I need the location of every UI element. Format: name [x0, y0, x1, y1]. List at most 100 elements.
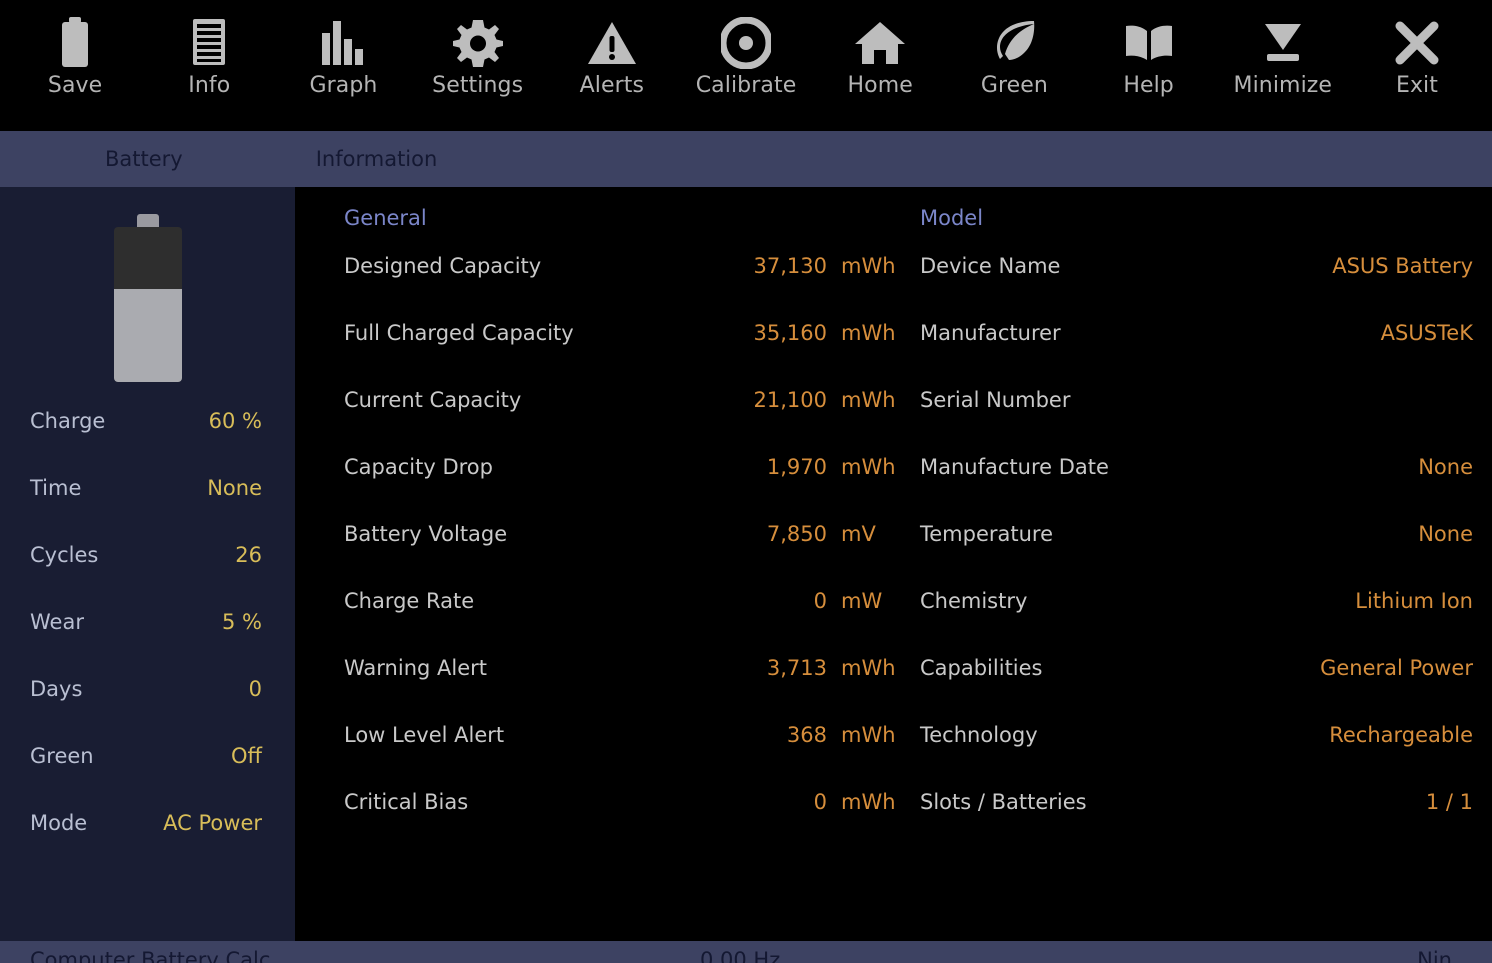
- model-heading: Model: [920, 206, 984, 230]
- value-device-name: ASUS Battery: [1332, 254, 1473, 278]
- row-designed-capacity: Designed Capacity 37,130 mWh: [344, 254, 896, 321]
- label-charge-rate: Charge Rate: [344, 589, 475, 613]
- unit-critical-bias: mWh: [841, 790, 896, 814]
- label-manufacture-date: Manufacture Date: [920, 455, 1109, 479]
- general-rows: Designed Capacity 37,130 mWh Full Charge…: [344, 254, 896, 857]
- row-full-charged-capacity: Full Charged Capacity 35,160 mWh: [344, 321, 896, 388]
- value-temperature: None: [1418, 522, 1473, 546]
- label-slots-batteries: Slots / Batteries: [920, 790, 1087, 814]
- battery-body: [113, 227, 182, 382]
- battery-info-app: Save Info Graph Settings Alerts Calibrat…: [0, 0, 1492, 963]
- label-warning-alert: Warning Alert: [344, 656, 488, 680]
- row-critical-bias: Critical Bias 0 mWh: [344, 790, 896, 857]
- toolbar-label-help: Help: [1123, 73, 1174, 98]
- unit-battery-voltage: mV: [841, 522, 876, 546]
- label-chemistry: Chemistry: [920, 589, 1028, 613]
- model-column: Model Device Name ASUS Battery Manufactu…: [920, 187, 1473, 857]
- row-warning-alert: Warning Alert 3,713 mWh: [344, 656, 896, 723]
- toolbar-button-home[interactable]: Home: [813, 0, 947, 131]
- gear-icon: [452, 17, 503, 69]
- label-battery-voltage: Battery Voltage: [344, 522, 508, 546]
- label-designed-capacity: Designed Capacity: [344, 254, 542, 278]
- unit-warning-alert: mWh: [841, 656, 896, 680]
- row-low-level-alert: Low Level Alert 368 mWh: [344, 723, 896, 790]
- stat-row-days: Days 0: [0, 677, 295, 744]
- unit-capacity-drop: mWh: [841, 455, 896, 479]
- toolbar-button-help[interactable]: Help: [1082, 0, 1216, 131]
- row-chemistry: Chemistry Lithium Ion: [920, 589, 1473, 656]
- label-device-name: Device Name: [920, 254, 1061, 278]
- battery-gauge: [0, 187, 295, 409]
- row-manufacture-date: Manufacture Date None: [920, 455, 1473, 522]
- value-chemistry: Lithium Ion: [1355, 589, 1473, 613]
- toolbar-label-graph: Graph: [309, 73, 378, 98]
- toolbar-label-settings: Settings: [432, 73, 524, 98]
- toolbar-button-save[interactable]: Save: [8, 0, 142, 131]
- general-heading: General: [344, 206, 427, 230]
- toolbar-button-calibrate[interactable]: Calibrate: [679, 0, 813, 131]
- stat-value-green: Off: [231, 744, 262, 768]
- toolbar-button-info[interactable]: Info: [142, 0, 276, 131]
- value-charge-rate: 0: [813, 589, 827, 613]
- toolbar-button-alerts[interactable]: Alerts: [545, 0, 679, 131]
- toolbar-button-minimize[interactable]: Minimize: [1216, 0, 1350, 131]
- bar-chart-icon: [319, 17, 367, 69]
- row-serial-number: Serial Number: [920, 388, 1473, 455]
- stat-label-charge: Charge: [30, 409, 106, 433]
- toolbar-button-settings[interactable]: Settings: [411, 0, 545, 131]
- label-capacity-drop: Capacity Drop: [344, 455, 493, 479]
- toolbar-label-home: Home: [847, 73, 913, 98]
- tab-information[interactable]: Information: [316, 131, 438, 187]
- label-capabilities: Capabilities: [920, 656, 1043, 680]
- open-book-icon: [1123, 17, 1175, 69]
- stat-label-green: Green: [30, 744, 94, 768]
- stat-row-charge: Charge 60 %: [0, 409, 295, 476]
- label-critical-bias: Critical Bias: [344, 790, 469, 814]
- label-full-charged-capacity: Full Charged Capacity: [344, 321, 574, 345]
- stat-label-mode: Mode: [30, 811, 88, 835]
- value-critical-bias: 0: [813, 790, 827, 814]
- value-capacity-drop: 1,970: [766, 455, 827, 479]
- row-current-capacity: Current Capacity 21,100 mWh: [344, 388, 896, 455]
- battery-stats-list: Charge 60 % Time None Cycles 26 Wear 5 %…: [0, 409, 295, 878]
- stat-value-charge: 60 %: [208, 409, 262, 433]
- value-low-level-alert: 368: [786, 723, 827, 747]
- close-x-icon: [1392, 17, 1442, 69]
- unit-current-capacity: mWh: [841, 388, 896, 412]
- stat-label-time: Time: [30, 476, 82, 500]
- toolbar-label-alerts: Alerts: [579, 73, 645, 98]
- toolbar-button-graph[interactable]: Graph: [276, 0, 410, 131]
- stat-value-time: None: [207, 476, 262, 500]
- unit-charge-rate: mW: [841, 589, 883, 613]
- battery-nub: [136, 214, 159, 227]
- stat-row-cycles: Cycles 26: [0, 543, 295, 610]
- row-charge-rate: Charge Rate 0 mW: [344, 589, 889, 656]
- model-rows: Device Name ASUS Battery Manufacturer AS…: [920, 254, 1473, 857]
- battery-graphic: [113, 214, 182, 382]
- footer-band: Computer Battery Calc 0.00 Hz Nin: [0, 941, 1492, 963]
- value-manufacturer: ASUSTeK: [1380, 321, 1473, 345]
- unit-low-level-alert: mWh: [841, 723, 896, 747]
- stat-label-wear: Wear: [30, 610, 84, 634]
- stat-value-cycles: 26: [235, 543, 262, 567]
- stat-row-green: Green Off: [0, 744, 295, 811]
- toolbar-button-exit[interactable]: Exit: [1350, 0, 1484, 131]
- battery-fill-level: [113, 289, 182, 382]
- toolbar-label-calibrate: Calibrate: [695, 73, 797, 98]
- label-technology: Technology: [920, 723, 1038, 747]
- toolbar-button-green[interactable]: Green: [947, 0, 1081, 131]
- row-battery-voltage: Battery Voltage 7,850 mV: [344, 522, 889, 589]
- general-column: General Designed Capacity 37,130 mWh Ful…: [344, 187, 896, 857]
- value-slots-batteries: 1 / 1: [1425, 790, 1473, 814]
- value-technology: Rechargeable: [1329, 723, 1473, 747]
- toolbar-label-green: Green: [980, 73, 1048, 98]
- toolbar-label-minimize: Minimize: [1233, 73, 1333, 98]
- tab-battery[interactable]: Battery: [105, 131, 183, 187]
- label-low-level-alert: Low Level Alert: [344, 723, 505, 747]
- value-designed-capacity: 37,130: [753, 254, 827, 278]
- stat-value-days: 0: [248, 677, 262, 701]
- label-temperature: Temperature: [920, 522, 1054, 546]
- value-warning-alert: 3,713: [766, 656, 827, 680]
- toolbar-label-save: Save: [47, 73, 103, 98]
- toolbar: Save Info Graph Settings Alerts Calibrat…: [0, 0, 1492, 131]
